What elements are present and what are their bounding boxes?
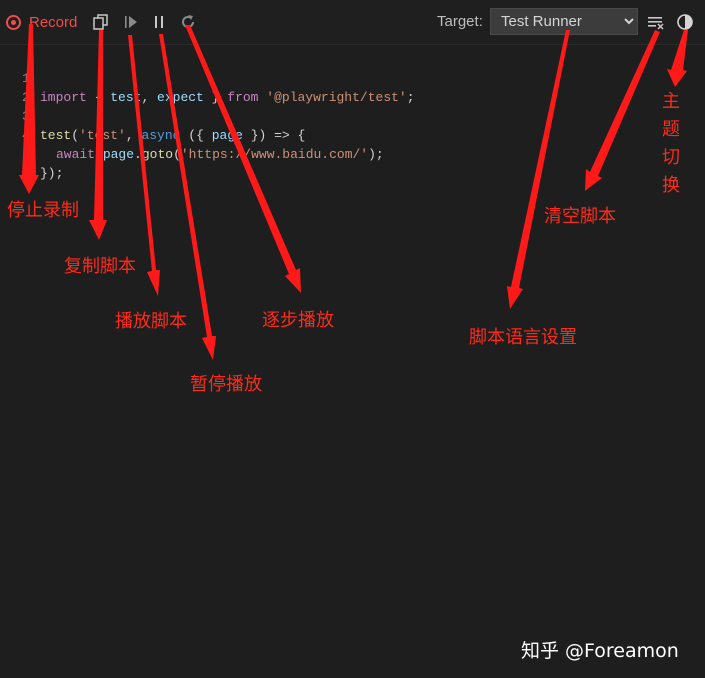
- annotation-clear-script: 清空脚本: [544, 206, 616, 227]
- annotation-theme-char: 切: [662, 147, 680, 168]
- annotation-pause-playback: 暂停播放: [190, 374, 262, 395]
- arrow-script-language: [507, 30, 570, 309]
- annotation-stop-recording: 停止录制: [7, 200, 79, 221]
- annotation-theme-char: 题: [662, 119, 680, 140]
- arrow-stop-recording: [19, 24, 39, 194]
- watermark: 知乎 @Foreamon: [521, 640, 679, 662]
- arrow-step-playback: [185, 25, 301, 293]
- annotation-copy-script: 复制脚本: [64, 256, 136, 277]
- annotation-theme-switch: 主 题 切 换: [660, 88, 682, 200]
- annotation-play-script: 播放脚本: [115, 311, 187, 332]
- arrow-clear-script: [585, 30, 660, 191]
- annotation-arrows: [19, 24, 688, 360]
- arrow-theme-switch: [667, 30, 688, 87]
- arrow-copy-script: [89, 30, 107, 240]
- annotation-step-playback: 逐步播放: [262, 310, 334, 331]
- annotation-theme-char: 主: [662, 91, 680, 112]
- annotation-script-language: 脚本语言设置: [469, 327, 577, 348]
- annotation-theme-char: 换: [662, 175, 680, 196]
